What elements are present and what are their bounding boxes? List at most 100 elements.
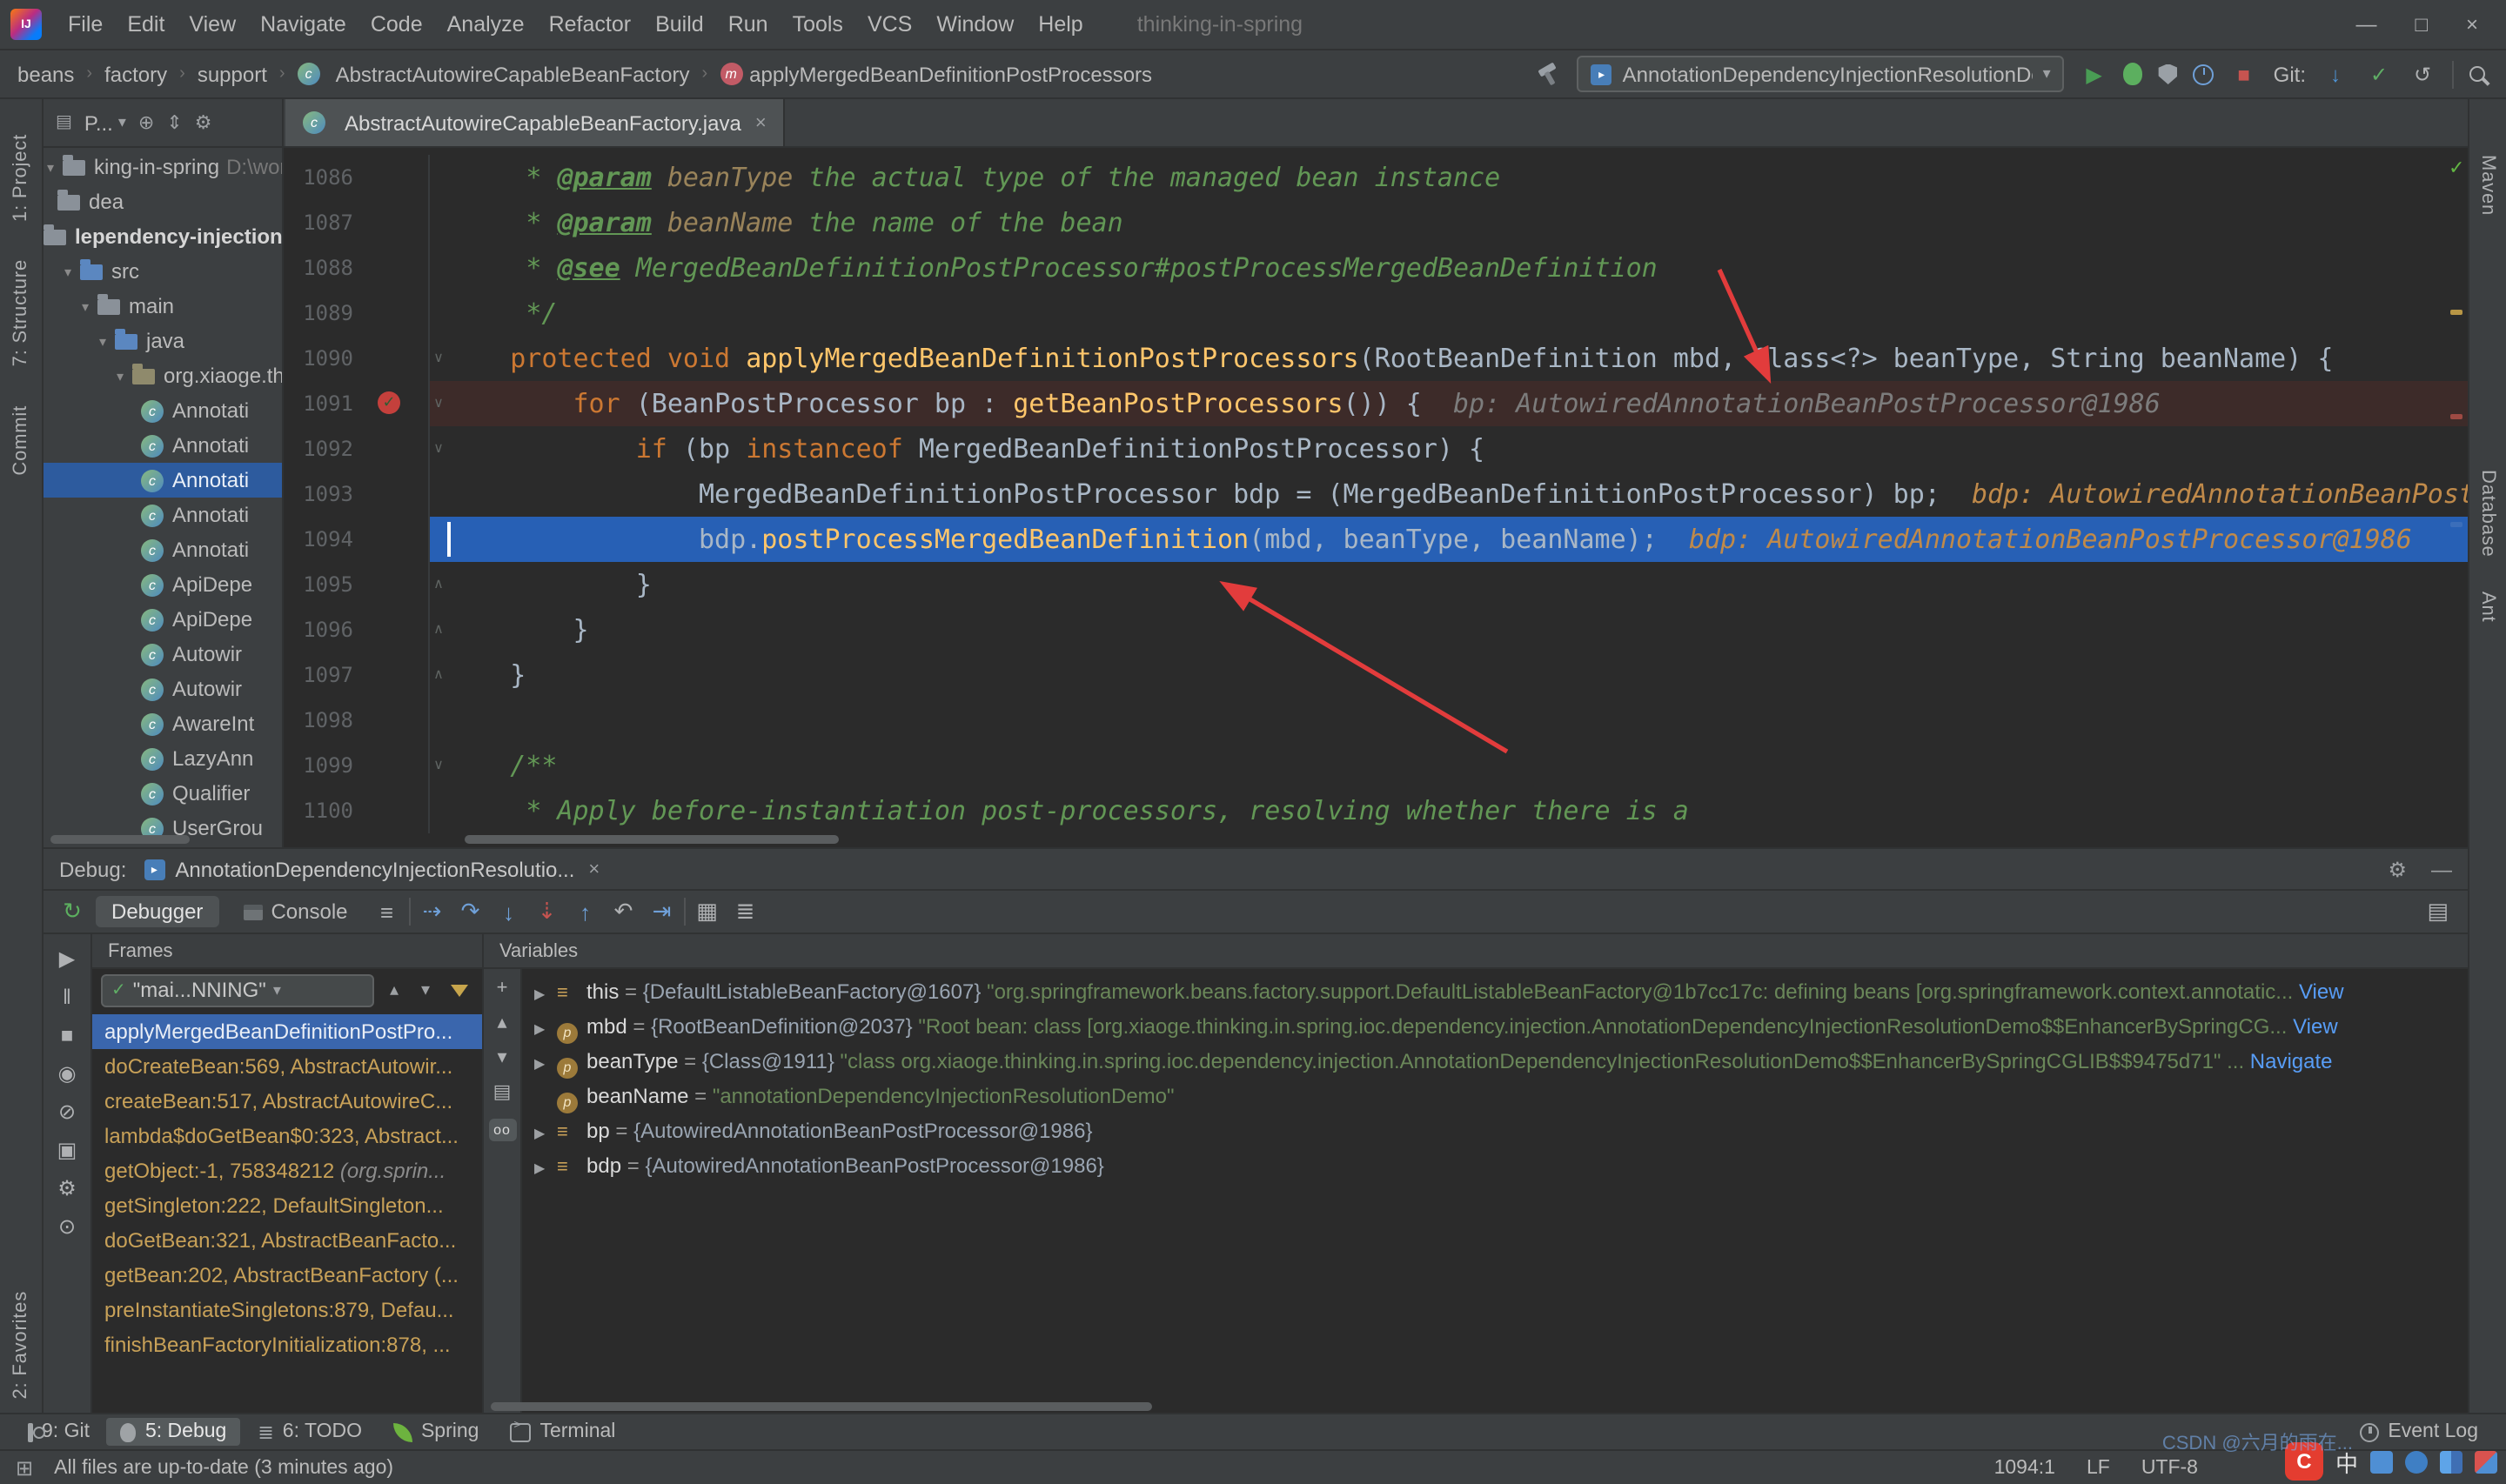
- project-tree-item-java[interactable]: ▾java: [44, 324, 282, 358]
- locate-file-button[interactable]: ⊕: [138, 111, 154, 134]
- menu-vcs[interactable]: VCS: [855, 5, 924, 43]
- tool-window-button-terminal[interactable]: Terminal: [496, 1418, 629, 1446]
- editor-gutter[interactable]: 1092: [284, 426, 430, 471]
- code-line-1096[interactable]: 1096∧ }: [284, 607, 2468, 652]
- expander-icon[interactable]: ▶: [534, 1152, 557, 1183]
- run-button[interactable]: ▶: [2081, 62, 2108, 86]
- tool-window-button-ant[interactable]: Ant: [2477, 592, 2498, 623]
- tool-window-button-maven[interactable]: Maven: [2477, 155, 2498, 216]
- code-line-1099[interactable]: 1099∨ /**: [284, 743, 2468, 788]
- debug-button[interactable]: [2124, 63, 2143, 85]
- layout-settings-button[interactable]: ▤: [2427, 898, 2456, 926]
- thread-dump-button[interactable]: ▣: [57, 1140, 77, 1160]
- project-tree-item-awareint[interactable]: cAwareInt: [44, 706, 282, 741]
- variable-row-beantype[interactable]: ▶pbeanType = {Class@1911} "class org.xia…: [522, 1044, 2468, 1079]
- project-tree-item-apidepe[interactable]: cApiDepe: [44, 567, 282, 602]
- editor-horizontal-scrollbar[interactable]: [465, 835, 839, 844]
- editor-gutter[interactable]: 1094: [284, 517, 430, 562]
- menu-help[interactable]: Help: [1026, 5, 1095, 43]
- more-options-icon[interactable]: ≣: [729, 898, 762, 926]
- step-out-button[interactable]: ↑: [569, 899, 602, 925]
- project-settings-icon[interactable]: ⚙: [195, 111, 212, 134]
- editor-gutter[interactable]: 1089: [284, 291, 430, 336]
- menu-navigate[interactable]: Navigate: [248, 5, 358, 43]
- project-tree-item-annotati[interactable]: cAnnotati: [44, 498, 282, 532]
- stack-frame[interactable]: applyMergedBeanDefinitionPostPro...: [92, 1014, 482, 1049]
- fold-marker-icon[interactable]: ∨: [430, 381, 447, 426]
- breadcrumb-item[interactable]: factory: [101, 60, 171, 88]
- pin-button[interactable]: ⊙: [58, 1216, 76, 1237]
- editor-gutter[interactable]: 1098: [284, 698, 430, 743]
- coverage-button[interactable]: [2159, 64, 2178, 84]
- hide-tool-window-icon[interactable]: —: [2431, 857, 2452, 881]
- tool-window-button-7-structure[interactable]: 7: Structure: [10, 260, 31, 367]
- maximize-button[interactable]: □: [2415, 12, 2428, 37]
- variable-row-this[interactable]: ▶≡this = {DefaultListableBeanFactory@160…: [522, 974, 2468, 1009]
- menu-tools[interactable]: Tools: [781, 5, 855, 43]
- minimize-button[interactable]: —: [2355, 12, 2376, 37]
- editor-gutter[interactable]: 1095: [284, 562, 430, 607]
- tool-window-switcher-icon[interactable]: ⊞: [16, 1455, 33, 1480]
- profiler-button[interactable]: [2194, 64, 2215, 84]
- show-execution-point-button[interactable]: ⇢: [416, 898, 449, 926]
- tool-window-button-2-favorites[interactable]: 2: Favorites: [10, 1290, 31, 1399]
- rerun-button[interactable]: ↻: [56, 898, 89, 926]
- error-stripe[interactable]: ✓: [2445, 150, 2468, 847]
- variable-navigate-link[interactable]: Navigate: [2244, 1049, 2332, 1073]
- project-tree-item-main[interactable]: ▾main: [44, 289, 282, 324]
- close-debug-tab-icon[interactable]: ×: [588, 859, 600, 879]
- code-line-1097[interactable]: 1097∧ }: [284, 652, 2468, 698]
- fold-marker-icon[interactable]: ∨: [430, 336, 447, 381]
- stack-frame[interactable]: getObject:-1, 758348212 (org.sprin...: [92, 1153, 482, 1188]
- settings-gear-icon[interactable]: ⚙: [2388, 857, 2407, 881]
- new-watch-button[interactable]: +: [497, 979, 508, 999]
- view-breakpoints-button[interactable]: ◉: [58, 1063, 77, 1084]
- menu-build[interactable]: Build: [643, 5, 716, 43]
- tool-window-button-6-todo[interactable]: ≣6: TODO: [244, 1417, 376, 1447]
- editor-content[interactable]: 1086 * @param beanType the actual type o…: [284, 148, 2468, 847]
- stack-frame[interactable]: createBean:517, AbstractAutowireC...: [92, 1084, 482, 1119]
- fold-marker-icon[interactable]: ∨: [430, 743, 447, 788]
- project-tree-item-lependency-injection[interactable]: lependency-injection: [44, 219, 282, 254]
- editor-gutter[interactable]: 1097: [284, 652, 430, 698]
- expander-icon[interactable]: ▶: [534, 978, 557, 1009]
- menu-icon[interactable]: ≡: [371, 899, 404, 925]
- fold-marker-icon[interactable]: ∧: [430, 607, 447, 652]
- caret-position-widget[interactable]: 1094:1: [1994, 1457, 2055, 1478]
- code-line-1092[interactable]: 1092∨ if (bp instanceof MergedBeanDefini…: [284, 426, 2468, 471]
- menu-file[interactable]: File: [56, 5, 115, 43]
- git-revert-button[interactable]: ↺: [2409, 62, 2436, 86]
- stack-frame[interactable]: finishBeanFactoryInitialization:878, ...: [92, 1327, 482, 1362]
- project-tree-item-annotati[interactable]: cAnnotati: [44, 463, 282, 498]
- project-view-selector[interactable]: P...▾: [84, 110, 126, 135]
- keyboard-icon[interactable]: [2370, 1450, 2393, 1473]
- project-tree-item-dea[interactable]: dea: [44, 184, 282, 219]
- project-tree-item-lazyann[interactable]: cLazyAnn: [44, 741, 282, 776]
- tool-window-button-5-debug[interactable]: 5: Debug: [107, 1418, 240, 1446]
- step-over-button[interactable]: ↷: [454, 898, 487, 926]
- thread-selector[interactable]: ✓ "mai...NNING" ▾: [101, 973, 374, 1006]
- code-line-1087[interactable]: 1087 * @param beanName the name of the b…: [284, 200, 2468, 245]
- project-tree-item-org-xiaoge-th[interactable]: ▾org.xiaoge.th: [44, 358, 282, 393]
- editor-gutter[interactable]: 1096: [284, 607, 430, 652]
- menu-refactor[interactable]: Refactor: [537, 5, 644, 43]
- code-line-1086[interactable]: 1086 * @param beanType the actual type o…: [284, 155, 2468, 200]
- copy-value-button[interactable]: ▤: [493, 1084, 512, 1103]
- stripe-mark[interactable]: [2450, 522, 2462, 527]
- project-tree-item-autowir[interactable]: cAutowir: [44, 672, 282, 706]
- git-commit-button[interactable]: ✓: [2365, 62, 2393, 86]
- menu-analyze[interactable]: Analyze: [435, 5, 537, 43]
- tool-window-button-spring[interactable]: Spring: [379, 1418, 493, 1446]
- menu-view[interactable]: View: [177, 5, 248, 43]
- next-frame-button[interactable]: ▾: [414, 980, 437, 999]
- close-tab-icon[interactable]: ×: [755, 112, 767, 133]
- move-down-button[interactable]: ▾: [497, 1049, 506, 1068]
- editor-gutter[interactable]: 1093: [284, 471, 430, 517]
- stack-frame[interactable]: doCreateBean:569, AbstractAutowir...: [92, 1049, 482, 1084]
- breakpoint-icon[interactable]: ✓: [378, 391, 400, 414]
- stop-button[interactable]: ■: [2230, 62, 2258, 86]
- code-line-1098[interactable]: 1098: [284, 698, 2468, 743]
- show-watches-button[interactable]: oo: [488, 1119, 516, 1141]
- project-tree-item-annotati[interactable]: cAnnotati: [44, 393, 282, 428]
- variable-row-mbd[interactable]: ▶pmbd = {RootBeanDefinition@2037} "Root …: [522, 1009, 2468, 1044]
